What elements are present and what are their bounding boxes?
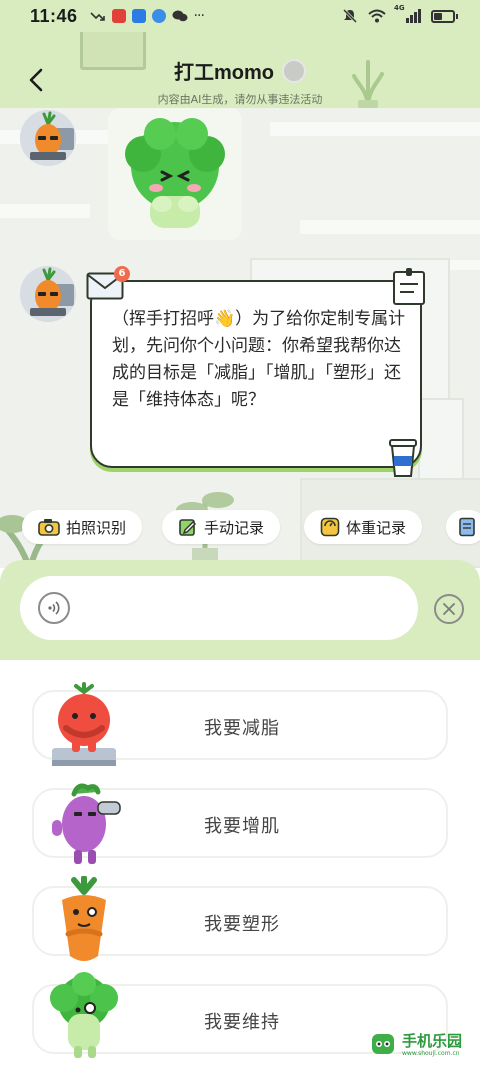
network-type: 4G bbox=[394, 4, 405, 12]
missed-call-icon bbox=[89, 12, 105, 21]
status-system-icons: 4G bbox=[342, 4, 458, 24]
status-notification-icons: ··· bbox=[89, 8, 205, 24]
camera-icon bbox=[38, 519, 60, 536]
watermark-logo-icon bbox=[372, 1034, 394, 1054]
coffee-cup-icon bbox=[389, 439, 417, 477]
assistant-message-text: （挥手打招呼👋）为了给你定制专属计划，先问你个小问题：你希望我帮你达成的目标是「… bbox=[112, 309, 406, 410]
assistant-avatar[interactable] bbox=[20, 266, 76, 322]
battery-icon bbox=[431, 9, 458, 23]
message-input[interactable] bbox=[20, 576, 418, 640]
voice-input-button[interactable] bbox=[38, 592, 70, 624]
goal-options: 我要减脂 我要增肌 我要塑形 我要维持 bbox=[0, 660, 480, 1067]
chat-area[interactable]: （挥手打招呼👋）为了给你定制专属计划，先问你个小问题：你希望我帮你达成的目标是「… bbox=[0, 108, 480, 568]
broccoli-sticker[interactable] bbox=[108, 108, 242, 240]
carrot-mascot-icon bbox=[62, 876, 106, 961]
close-button[interactable] bbox=[434, 594, 464, 624]
chip-label: 拍照识别 bbox=[66, 518, 127, 537]
mute-icon bbox=[342, 8, 358, 24]
broccoli-mascot-icon bbox=[50, 972, 118, 1058]
chip-label: 体重记录 bbox=[346, 518, 407, 537]
chip-photo-recognition[interactable]: 拍照识别 bbox=[22, 510, 143, 544]
ai-badge-icon bbox=[282, 58, 306, 83]
chat-header: 打工momo 内容由AI生成，请勿从事违法活动 bbox=[0, 32, 480, 108]
watermark-url: www.shouji.com.cn bbox=[402, 1049, 460, 1057]
close-icon bbox=[443, 603, 455, 615]
voice-wave-icon bbox=[48, 601, 60, 615]
chip-manual-record[interactable]: 手动记录 bbox=[162, 510, 281, 544]
edit-note-icon bbox=[179, 519, 197, 536]
option-label: 我要塑形 bbox=[204, 914, 280, 935]
red-app-icon bbox=[111, 9, 126, 23]
notepad-icon bbox=[393, 268, 425, 305]
tomato-mascot-icon bbox=[52, 682, 116, 766]
mail-badge: 6 bbox=[114, 266, 130, 282]
title-block: 打工momo 内容由AI生成，请勿从事违法活动 bbox=[0, 56, 480, 107]
option-label: 我要减脂 bbox=[204, 718, 280, 739]
option-label: 我要增肌 bbox=[204, 816, 280, 837]
broccoli-sticker-icon bbox=[108, 108, 242, 240]
assistant-avatar[interactable] bbox=[20, 110, 76, 166]
more-dots-icon: ··· bbox=[193, 8, 205, 24]
background-ceiling-light bbox=[270, 122, 480, 136]
ai-disclaimer: 内容由AI生成，请勿从事违法活动 bbox=[157, 93, 323, 106]
input-panel bbox=[0, 560, 480, 660]
chat-title: 打工momo bbox=[174, 56, 306, 85]
status-time: 11:46 bbox=[30, 5, 78, 26]
eggplant-mascot-icon bbox=[52, 783, 121, 864]
wifi-icon bbox=[368, 9, 386, 23]
chip-label: 手动记录 bbox=[204, 518, 265, 537]
browser-app-icon bbox=[151, 9, 166, 23]
chip-more-partial[interactable] bbox=[446, 510, 480, 544]
scale-icon bbox=[320, 517, 340, 537]
carrot-avatar-icon bbox=[20, 110, 76, 166]
carrot-avatar-icon bbox=[20, 266, 76, 322]
background-ceiling-light bbox=[0, 204, 90, 218]
background-ceiling-light bbox=[300, 220, 480, 234]
chip-weight-record[interactable]: 体重记录 bbox=[304, 510, 423, 544]
quick-action-bar: 拍照识别 手动记录 体重记录 bbox=[0, 510, 480, 550]
site-watermark: 手机乐园 www.shouji.com.cn bbox=[370, 1026, 474, 1062]
list-note-icon bbox=[459, 517, 475, 537]
status-bar: 11:46 ··· 4G bbox=[0, 0, 480, 32]
assistant-message-bubble[interactable]: （挥手打招呼👋）为了给你定制专属计划，先问你个小问题：你希望我帮你达成的目标是「… bbox=[90, 280, 422, 468]
watermark-text: 手机乐园 bbox=[402, 1031, 463, 1050]
chat-title-text: 打工momo bbox=[174, 62, 274, 84]
signal-icon: 4G bbox=[394, 4, 421, 23]
blue-app-icon bbox=[131, 9, 146, 23]
wechat-icon bbox=[172, 10, 188, 22]
option-label: 我要维持 bbox=[204, 1012, 280, 1033]
